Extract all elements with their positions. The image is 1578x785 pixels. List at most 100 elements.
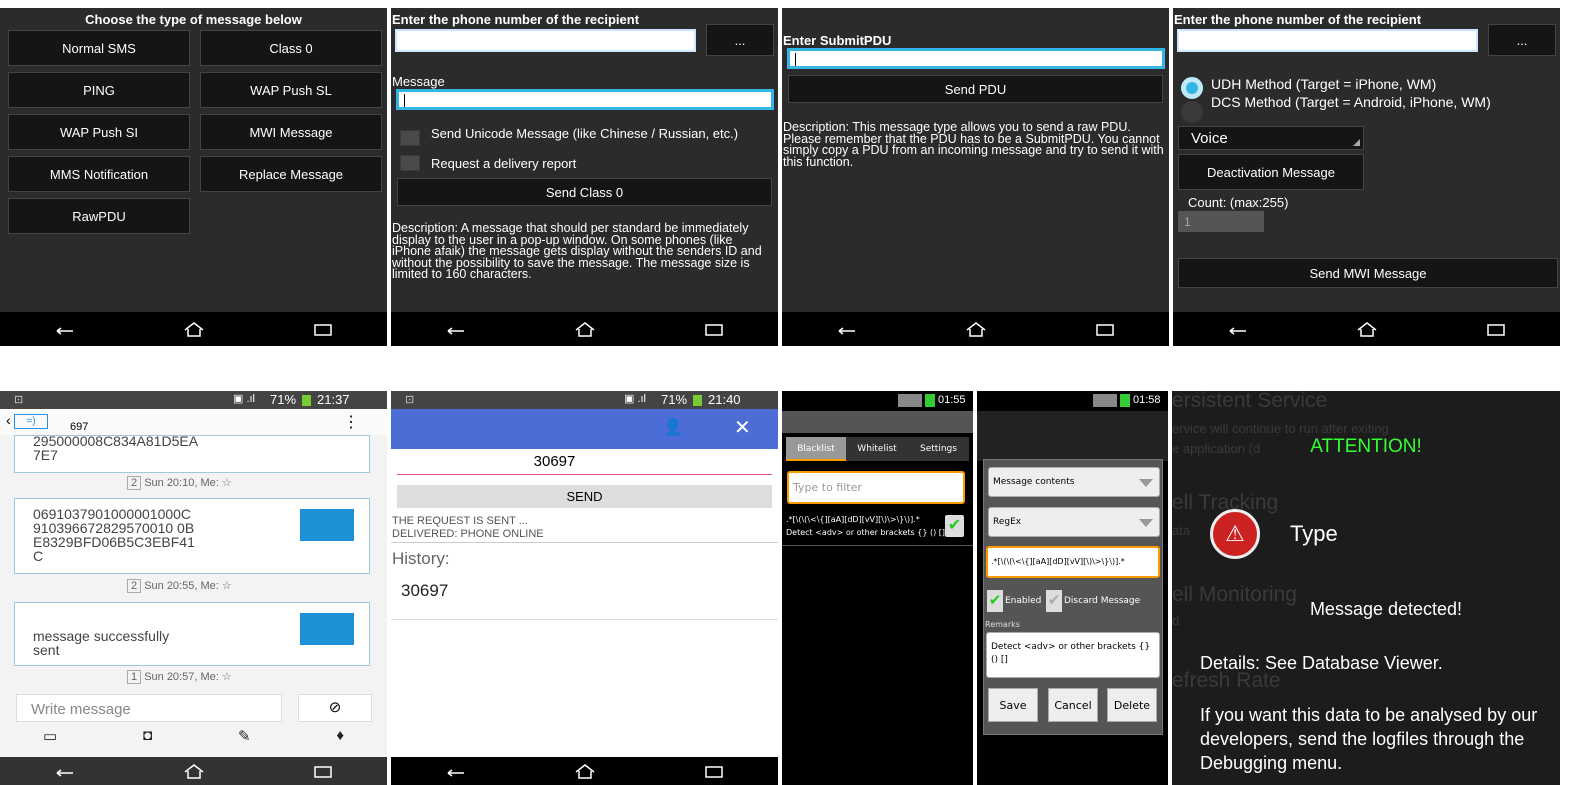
contact-picker-button[interactable]: ... [706, 24, 774, 56]
message-type-select[interactable]: Deactivation Message [1178, 154, 1364, 190]
signal-icon: ▣ .ıl [233, 393, 256, 405]
discard-label: Discard Message [1064, 596, 1141, 606]
gallery-icon[interactable]: ▭ [43, 727, 57, 751]
rawpdu-button[interactable]: RawPDU [8, 198, 190, 234]
wap-push-sl-button[interactable]: WAP Push SL [200, 72, 382, 108]
rule-dialog: Message contents RegEx .*[\(\(\<\{][aA][… [983, 459, 1163, 735]
delivery-report-checkbox[interactable] [400, 155, 420, 171]
panel-class0: Enter the phone number of the recipient … [391, 8, 778, 346]
ping-button[interactable]: PING [8, 72, 190, 108]
star-icon[interactable]: ☆ [222, 671, 232, 683]
unicode-checkbox[interactable] [400, 130, 420, 146]
filter-input[interactable]: Type to filter [787, 471, 965, 504]
save-button[interactable]: Save [988, 688, 1038, 722]
recents-icon[interactable] [700, 762, 728, 780]
class0-button[interactable]: Class 0 [200, 30, 382, 66]
home-icon[interactable] [571, 762, 599, 780]
recents-icon[interactable] [700, 320, 728, 338]
clock: 01:58 [1133, 394, 1161, 406]
count-label: Count: (max:255) [1188, 195, 1289, 210]
send-mwi-button[interactable]: Send MWI Message [1178, 258, 1558, 288]
delete-button[interactable]: Delete [1107, 688, 1157, 722]
notification-icon: ⊡ [14, 394, 24, 406]
back-icon[interactable] [442, 762, 470, 780]
signal-icon [1093, 394, 1117, 407]
delivery-report-label: Request a delivery report [431, 156, 577, 171]
close-icon[interactable]: ✕ [734, 415, 751, 440]
star-icon[interactable]: ☆ [222, 477, 232, 489]
remarks-input[interactable]: Detect <adv> or other brackets {} () [] [986, 632, 1160, 678]
send-button[interactable]: SEND [397, 485, 772, 508]
bg-setting-desc: ata [1172, 523, 1191, 538]
home-icon[interactable] [180, 762, 208, 780]
nav-bar [1173, 312, 1560, 346]
message-field[interactable] [396, 89, 774, 110]
recipient-field[interactable] [1177, 29, 1478, 52]
sketch-icon[interactable]: ✎ [238, 727, 251, 751]
dropdown-arrow-icon [1139, 479, 1153, 487]
mms-notification-button[interactable]: MMS Notification [8, 156, 190, 192]
tab-blacklist[interactable]: Blacklist [786, 437, 846, 461]
compose-field[interactable]: Write message [16, 694, 282, 722]
tab-settings[interactable]: Settings [908, 437, 969, 461]
panel-blacklist: 01:55 Blacklist Whitelist Settings Type … [782, 391, 973, 785]
voice-select[interactable]: Voice [1178, 126, 1364, 150]
back-icon[interactable] [1224, 320, 1252, 338]
mwi-message-button[interactable]: MWI Message [200, 114, 382, 150]
back-icon[interactable] [833, 320, 861, 338]
location-icon[interactable]: ♦ [336, 727, 344, 751]
count-field[interactable]: 1 [1178, 211, 1264, 232]
battery-percent: 71% [270, 392, 297, 407]
submitpdu-field[interactable] [787, 48, 1165, 69]
home-icon[interactable] [1353, 320, 1381, 338]
wap-push-si-button[interactable]: WAP Push SI [8, 114, 190, 150]
udh-radio[interactable] [1181, 77, 1203, 99]
attach-button[interactable]: ⊘ [298, 694, 372, 722]
status-bar: 01:55 [782, 391, 973, 411]
add-contact-icon[interactable]: 👤 [663, 417, 683, 437]
cancel-button[interactable]: Cancel [1048, 688, 1098, 722]
dcs-radio[interactable] [1181, 101, 1203, 123]
menu-icon[interactable]: ⋮ [343, 412, 359, 432]
replace-message-button[interactable]: Replace Message [200, 156, 382, 192]
match-type-select[interactable]: RegEx [988, 507, 1160, 537]
contact-badge[interactable]: =) [14, 414, 48, 429]
back-icon[interactable] [51, 320, 79, 338]
recents-icon[interactable] [309, 762, 337, 780]
part-count: 2 [127, 579, 142, 593]
target-select[interactable]: Message contents [988, 467, 1160, 497]
history-label: History: [392, 549, 450, 568]
send-class0-button[interactable]: Send Class 0 [397, 178, 772, 206]
enabled-checkbox[interactable]: ✔ [987, 590, 1003, 612]
history-item[interactable]: 30697 [401, 581, 448, 601]
recents-icon[interactable] [1091, 320, 1119, 338]
home-icon[interactable] [571, 320, 599, 338]
rule-enabled-checkbox[interactable]: ✔ [945, 515, 964, 537]
discard-checkbox[interactable]: ✔ [1046, 590, 1062, 612]
number-field[interactable]: 30697 [397, 453, 772, 475]
home-icon[interactable] [180, 320, 208, 338]
star-icon[interactable]: ☆ [222, 580, 232, 592]
camera-icon[interactable]: ◘ [143, 727, 152, 751]
timestamp: Sun 20:10, Me: [144, 477, 219, 489]
rule-regex[interactable]: .*[\(\(\<\{][aA][dD][vV][\)\>\}\)].* [786, 515, 938, 524]
battery-percent: 71% [661, 392, 688, 407]
back-icon[interactable] [51, 762, 79, 780]
message-meta: 2 Sun 20:55, Me: ☆ [127, 579, 232, 593]
message-bubble[interactable]: 0691037901000001000C 910396672829570010 … [14, 498, 370, 574]
nav-bar [0, 757, 387, 785]
recents-icon[interactable] [309, 320, 337, 338]
back-icon[interactable]: ‹ [6, 412, 11, 428]
recipient-field[interactable] [395, 29, 696, 52]
recents-icon[interactable] [1482, 320, 1510, 338]
message-bubble[interactable]: message successfully sent [14, 602, 370, 666]
contact-name: 697 [70, 421, 89, 433]
home-icon[interactable] [962, 320, 990, 338]
tab-whitelist[interactable]: Whitelist [846, 437, 908, 461]
normal-sms-button[interactable]: Normal SMS [8, 30, 190, 66]
regex-input[interactable]: .*[\(\(\<\{][aA][dD][vV][\)\>\}\)].* [986, 546, 1160, 578]
send-pdu-button[interactable]: Send PDU [788, 75, 1163, 103]
contact-picker-button[interactable]: ... [1488, 24, 1556, 56]
back-icon[interactable] [442, 320, 470, 338]
message-bubble[interactable]: 295000008C834A81D5EA 7E7 [14, 434, 370, 473]
